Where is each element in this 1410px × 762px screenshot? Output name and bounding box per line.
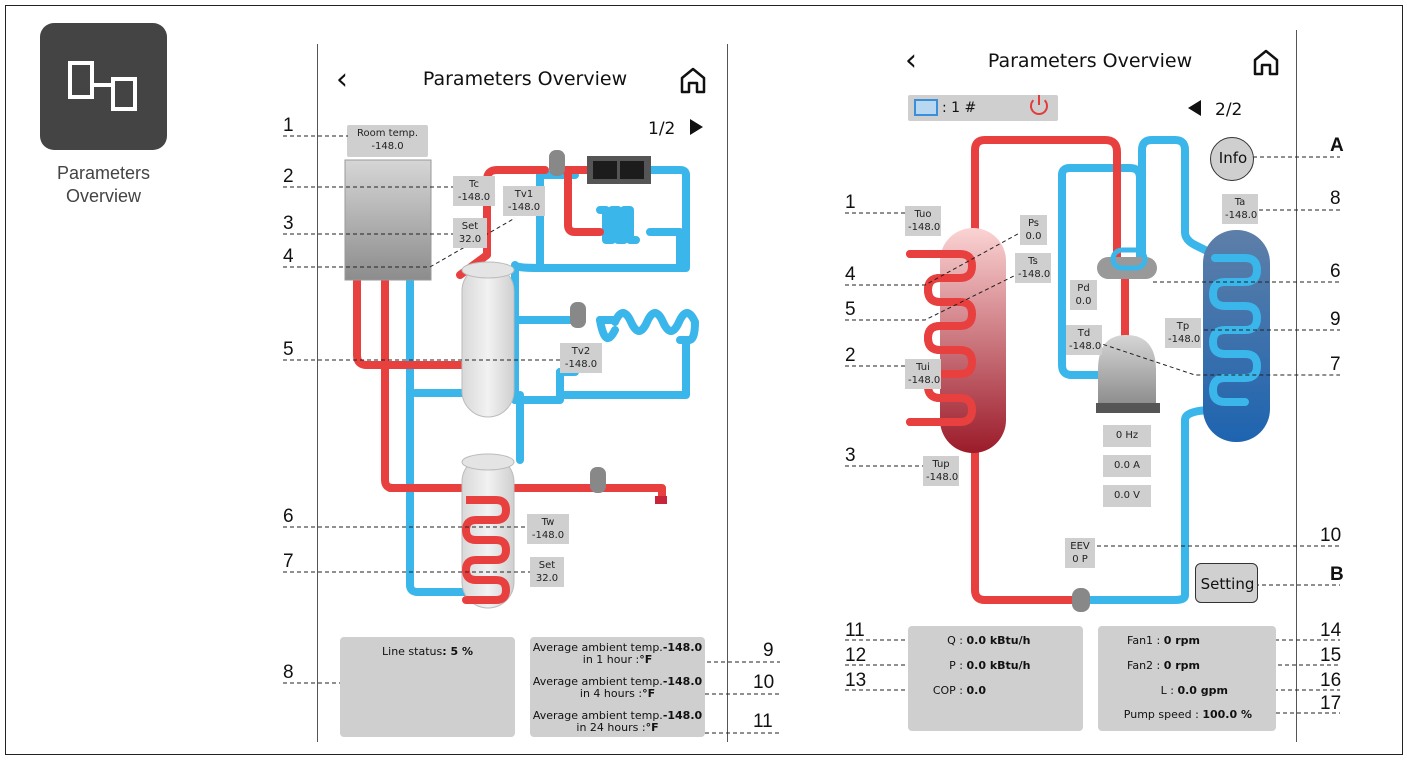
callout-s2-9: 9 (1330, 309, 1341, 330)
callout-s2-16: 16 (1320, 670, 1342, 691)
p-label: P : (949, 659, 963, 672)
ts-label: Ts (1028, 256, 1038, 267)
pump-label: Pump speed : (1123, 708, 1199, 721)
pd-value: 0.0 (1075, 296, 1092, 307)
tup-value: -148.0 (926, 472, 959, 483)
callout-s2-6: 6 (1330, 261, 1341, 282)
callout-s2-11: 11 (845, 620, 865, 641)
callout-s2-15: 15 (1320, 645, 1342, 666)
cop-row: COP : 0.0 (918, 684, 1076, 697)
tuo-value: -148.0 (908, 222, 941, 233)
l-value: 0.0 gpm (1177, 684, 1228, 697)
ps-tag: Ps 0.0 (1020, 215, 1047, 245)
q-value: 0.0 kBtu/h (966, 634, 1031, 647)
fan1-row: Fan1 : 0 rpm (1102, 634, 1200, 647)
cop-label: COP : (932, 684, 963, 697)
setting-button-label: Setting (1200, 575, 1255, 593)
page-indicator-2: 2/2 (1215, 100, 1243, 120)
callout-s2-B: B (1330, 564, 1344, 585)
p-row: P : 0.0 kBtu/h (918, 659, 1076, 672)
home-icon-2[interactable] (1250, 46, 1282, 83)
power-icon-stem (1038, 95, 1040, 105)
fan-pump-panel: Fan1 : 0 rpm Fan2 : 0 rpm L : 0.0 gpm Pu… (1098, 626, 1276, 731)
callout-s2-4: 4 (845, 264, 856, 285)
tui-tag: Tui -148.0 (905, 359, 941, 389)
fan2-label: Fan2 : (1127, 659, 1161, 672)
callout-s2-8: 8 (1330, 188, 1341, 209)
p-value: 0.0 kBtu/h (966, 659, 1031, 672)
cop-value: 0.0 (966, 684, 987, 697)
callout-s2-3: 3 (845, 445, 856, 466)
capacity-panel: Q : 0.0 kBtu/h P : 0.0 kBtu/h COP : 0.0 (908, 626, 1083, 731)
tuo-tag: Tuo -148.0 (905, 206, 941, 236)
tp-value: -148.0 (1168, 334, 1201, 345)
back-button-2[interactable]: ‹ (905, 43, 917, 78)
prev-page-icon[interactable] (1188, 100, 1201, 116)
ta-tag: Ta -148.0 (1222, 194, 1258, 224)
info-button-label: Info (1218, 149, 1248, 167)
info-button[interactable]: Info (1210, 137, 1254, 181)
callout-s2-5: 5 (845, 299, 856, 320)
callout-s2-1: 1 (845, 192, 856, 213)
callout-s2-A: A (1330, 135, 1344, 156)
ps-label: Ps (1027, 218, 1040, 229)
l-row: L : 0.0 gpm (1102, 684, 1228, 697)
callout-s2-7: 7 (1330, 354, 1341, 375)
ts-value: -148.0 (1018, 269, 1051, 280)
eev-value: 0 P (1072, 554, 1088, 565)
fan2-value: 0 rpm (1163, 659, 1200, 672)
eev-tag: EEV 0 P (1065, 538, 1095, 568)
callout-s2-10: 10 (1320, 525, 1342, 546)
callout-s2-17: 17 (1320, 693, 1342, 714)
hz-tag: 0 Hz (1103, 425, 1151, 447)
td-label: Td (1077, 328, 1091, 339)
ps-value: 0.0 (1025, 231, 1042, 242)
eev-label: EEV (1070, 541, 1090, 552)
tp-label: Tp (1176, 321, 1190, 332)
pump-row: Pump speed : 100.0 % (1102, 708, 1252, 721)
callout-s2-13: 13 (845, 670, 867, 691)
unit-label: : 1 # (942, 100, 977, 116)
callout-s2-12: 12 (845, 645, 867, 666)
td-tag: Td -148.0 (1066, 325, 1102, 355)
pd-label: Pd (1077, 283, 1090, 294)
ts-tag: Ts -148.0 (1015, 253, 1051, 283)
volt-tag: 0.0 V (1103, 485, 1151, 507)
setting-button[interactable]: Setting (1195, 563, 1258, 603)
tup-label: Tup (932, 459, 950, 470)
tp-tag: Tp -148.0 (1165, 318, 1201, 348)
fan1-label: Fan1 : (1127, 634, 1161, 647)
callout-s2-14: 14 (1320, 620, 1342, 641)
fan2-row: Fan2 : 0 rpm (1102, 659, 1200, 672)
unit-icon (914, 99, 938, 116)
ta-label: Ta (1234, 197, 1246, 208)
l-label: L : (1160, 684, 1174, 697)
pump-value: 100.0 % (1202, 708, 1252, 721)
tup-tag: Tup -148.0 (923, 456, 959, 486)
q-label: Q : (947, 634, 963, 647)
tuo-label: Tuo (914, 209, 932, 220)
callout-s2-2: 2 (845, 345, 856, 366)
fan1-value: 0 rpm (1163, 634, 1200, 647)
q-row: Q : 0.0 kBtu/h (918, 634, 1076, 647)
pd-tag: Pd 0.0 (1070, 280, 1097, 310)
tui-value: -148.0 (908, 375, 941, 386)
screen2-title: Parameters Overview (987, 50, 1193, 72)
tui-label: Tui (916, 362, 930, 373)
ta-value: -148.0 (1225, 210, 1258, 221)
td-value: -148.0 (1069, 341, 1102, 352)
unit-selector[interactable]: : 1 # (908, 95, 1058, 121)
amp-tag: 0.0 A (1103, 455, 1151, 477)
